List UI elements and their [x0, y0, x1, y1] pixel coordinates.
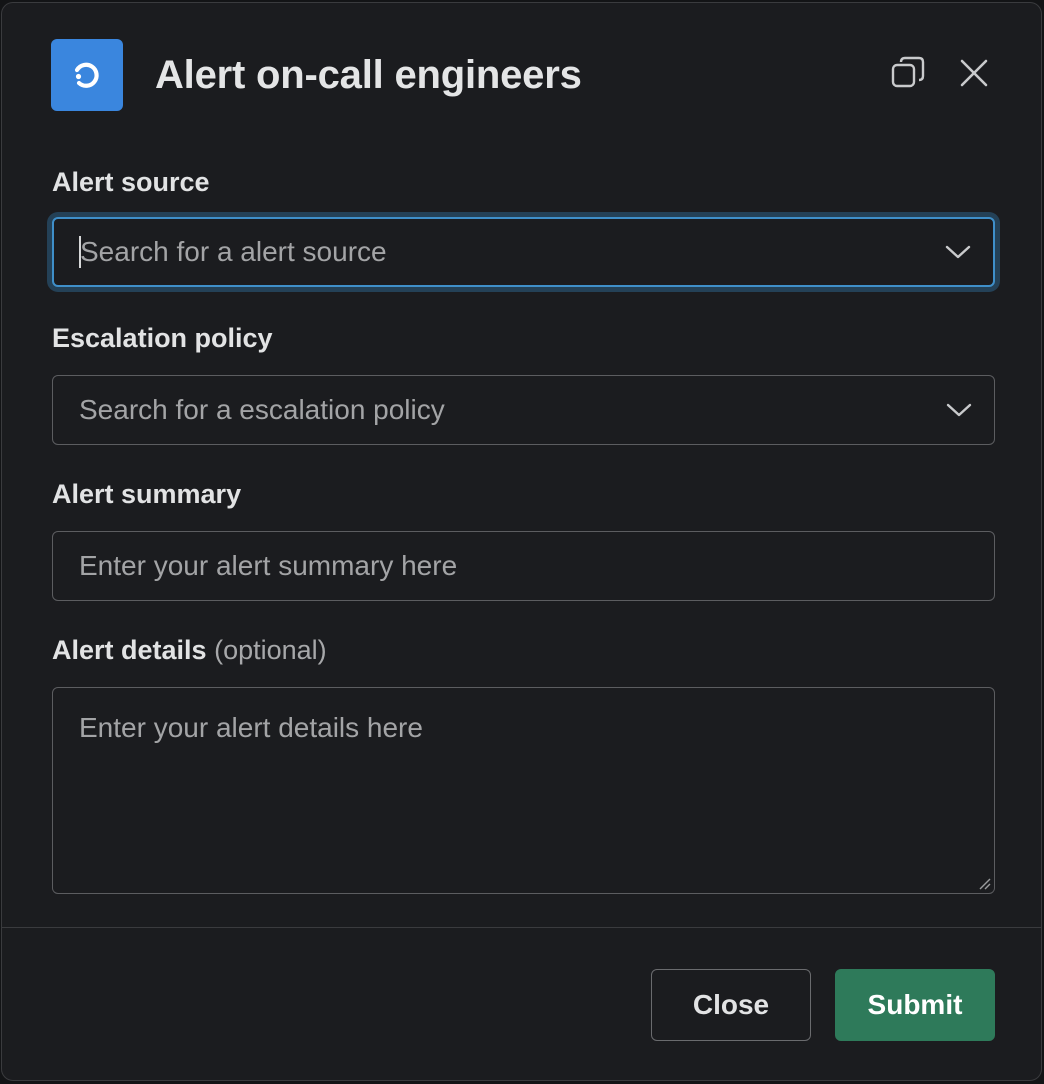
alert-details-label-text: Alert details — [52, 635, 207, 665]
alert-modal: Alert on-call engineers Alert source Sea… — [1, 2, 1042, 1081]
alert-source-label: Alert source — [52, 167, 210, 197]
popout-window-icon — [891, 56, 925, 95]
rootly-loop-icon — [51, 39, 123, 111]
alert-source-select[interactable]: Search for a alert source — [52, 217, 995, 287]
close-modal-button[interactable] — [956, 57, 992, 93]
modal-header: Alert on-call engineers — [2, 3, 1041, 143]
alert-summary-label: Alert summary — [52, 479, 242, 509]
alert-source-placeholder: Search for a alert source — [80, 236, 387, 267]
popout-button[interactable] — [890, 56, 926, 95]
modal-title: Alert on-call engineers — [155, 53, 582, 97]
resize-handle-icon[interactable] — [977, 876, 991, 890]
submit-button[interactable]: Submit — [835, 969, 995, 1041]
chevron-down-icon — [944, 395, 974, 425]
chevron-down-icon — [943, 237, 973, 267]
close-icon — [959, 58, 989, 93]
alert-details-label: Alert details (optional) — [52, 635, 327, 666]
escalation-policy-placeholder: Search for a escalation policy — [79, 394, 445, 425]
close-button[interactable]: Close — [651, 969, 811, 1041]
alert-details-textarea[interactable]: Enter your alert details here — [52, 687, 995, 894]
optional-tag: (optional) — [214, 635, 327, 665]
alert-summary-placeholder: Enter your alert summary here — [79, 550, 458, 581]
footer-divider — [2, 927, 1041, 928]
escalation-policy-select[interactable]: Search for a escalation policy — [52, 375, 995, 445]
alert-details-placeholder: Enter your alert details here — [79, 712, 423, 743]
escalation-policy-label: Escalation policy — [52, 323, 273, 353]
alert-summary-input[interactable]: Enter your alert summary here — [52, 531, 995, 601]
